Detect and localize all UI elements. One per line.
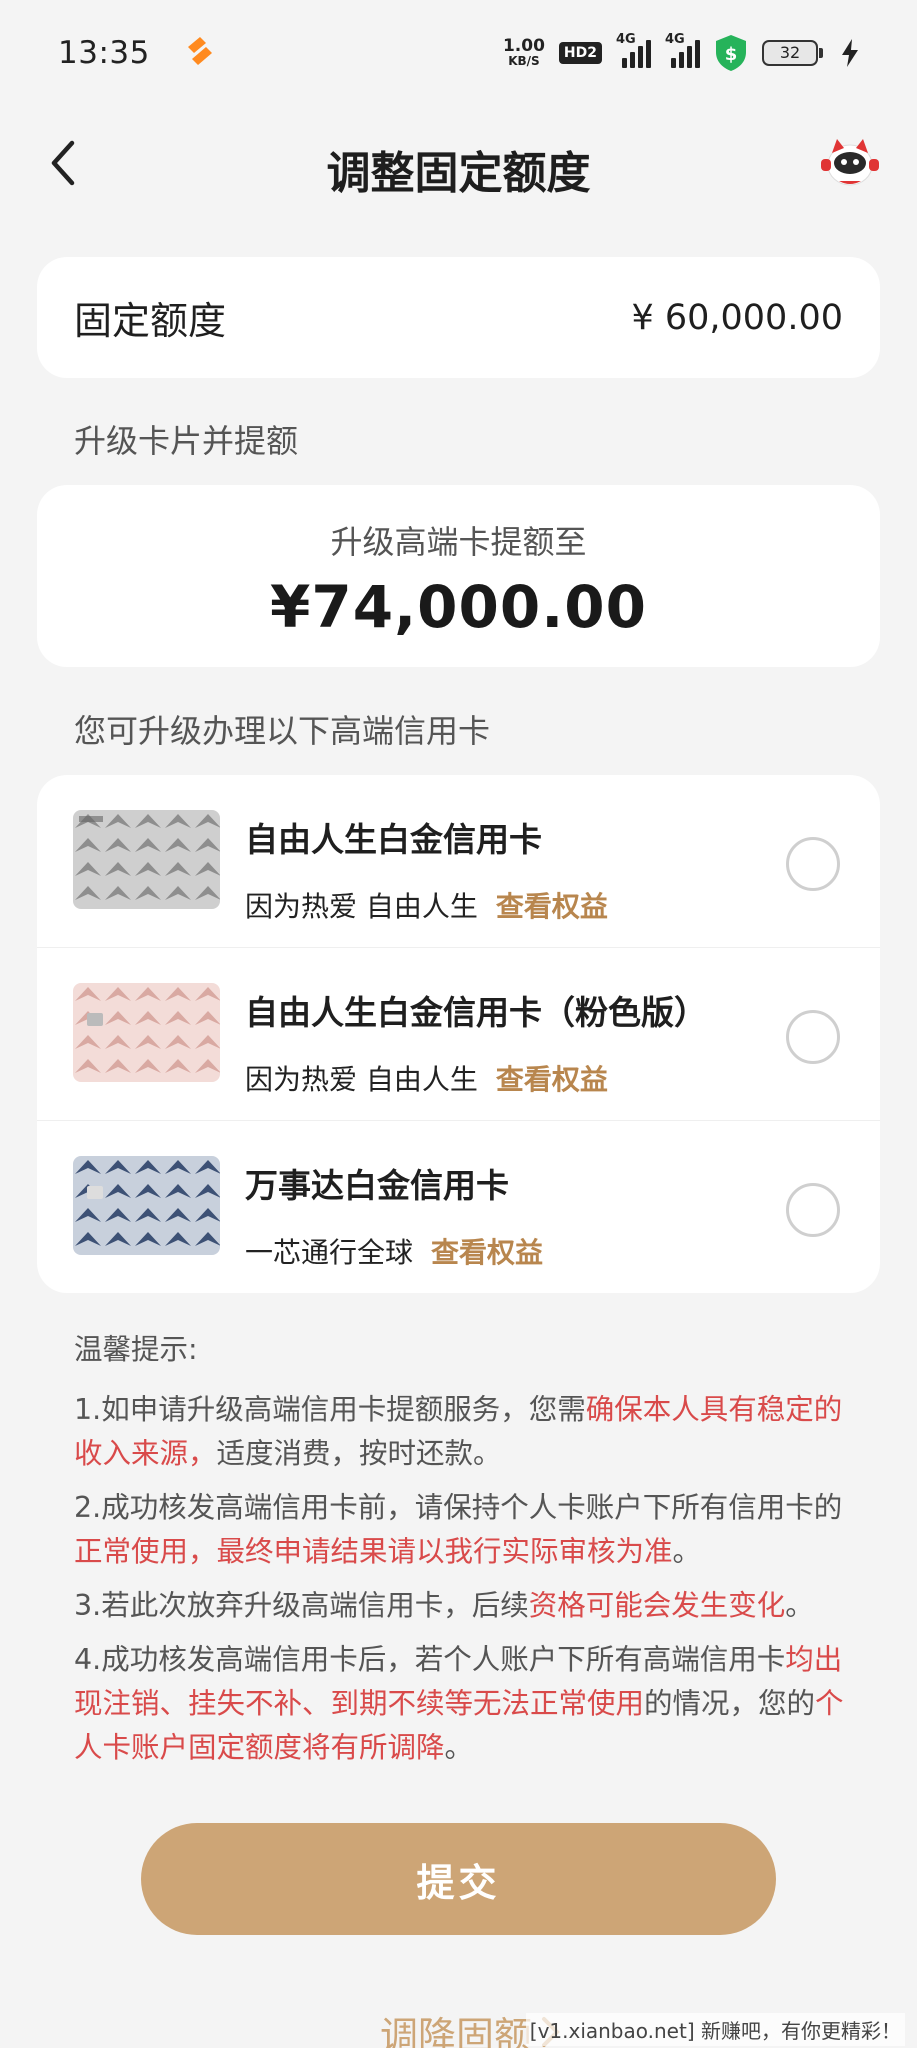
page-title: 调整固定额度 [326,148,591,199]
view-benefits-link[interactable]: 查看权益 [496,1063,608,1096]
list-item[interactable]: 自由人生白金信用卡（粉色版） 因为热爱 自由人生 查看权益 [37,948,880,1121]
status-time: 13:35 [58,34,150,71]
status-icons: 1.00 KB/S HD2 4G 4G $ 32 [502,32,859,72]
tips-section: 温馨提示: 1.如申请升级高端信用卡提额服务，您需确保本人具有稳定的收入来源，适… [74,1328,854,1780]
fixed-limit-value: ¥ 60,000.00 [631,297,843,338]
upgrade-subtitle: 升级高端卡提额至 [330,523,587,561]
fixed-limit-card: 固定额度 ¥ 60,000.00 [37,257,880,378]
credit-card-list: 自由人生白金信用卡 因为热爱 自由人生 查看权益 自由人生白金信用卡（粉色版） 因… [37,775,880,1293]
card-name: 万事达白金信用卡 [245,1166,509,1205]
signal-icon-2: 4G [665,32,700,68]
card-description: 一芯通行全球 查看权益 [245,1236,544,1269]
view-benefits-link[interactable]: 查看权益 [496,890,608,923]
tip-item: 3.若此次放弃升级高端信用卡，后续资格可能会发生变化。 [74,1589,814,1622]
card-description: 因为热爱 自由人生 查看权益 [245,1063,608,1096]
view-benefits-link[interactable]: 查看权益 [431,1236,543,1269]
signal-icon: 4G [616,32,651,68]
status-bar: 13:35 1.00 KB/S HD2 4G 4G $ 32 [0,0,917,105]
submit-button[interactable]: 提交 [141,1823,776,1935]
app-notification-icon [187,36,212,65]
list-item[interactable]: 自由人生白金信用卡 因为热爱 自由人生 查看权益 [37,775,880,948]
upgrade-limit-card: 升级高端卡提额至 ¥74,000.00 [37,485,880,667]
card-select-radio[interactable] [786,837,840,891]
list-item[interactable]: 万事达白金信用卡 一芯通行全球 查看权益 [37,1121,880,1294]
tip-item: 1.如申请升级高端信用卡提额服务，您需确保本人具有稳定的收入来源，适度消费，按时… [74,1393,843,1470]
card-select-radio[interactable] [786,1010,840,1064]
tips-title: 温馨提示: [74,1333,198,1366]
tip-item: 4.成功核发高端信用卡后，若个人账户下所有高端信用卡均出现注销、挂失不补、到期不… [74,1643,844,1764]
upgrade-section-label: 升级卡片并提额 [74,422,299,460]
tip-item: 2.成功核发高端信用卡前，请保持个人卡账户下所有信用卡的正常使用，最终申请结果请… [74,1491,843,1568]
charging-icon [842,38,858,67]
card-description: 因为热爱 自由人生 查看权益 [245,890,608,923]
card-name: 自由人生白金信用卡 [245,820,542,859]
hd-voice-icon: HD2 [558,41,602,64]
fixed-limit-label: 固定额度 [74,299,227,343]
svg-text:$: $ [725,44,738,65]
card-select-radio[interactable] [786,1183,840,1237]
watermark: [v1.xianbao.net] 新赚吧，有你更精彩！ [525,2013,905,2046]
cards-section-label: 您可升级办理以下高端信用卡 [74,712,491,750]
network-speed: 1.00 KB/S [502,36,545,68]
blue-card-thumbnail [73,1156,220,1255]
card-name: 自由人生白金信用卡（粉色版） [245,993,707,1032]
pink-card-thumbnail [73,983,220,1082]
battery-icon: 32 [762,39,823,66]
upgrade-amount: ¥74,000.00 [270,573,647,641]
mascot-icon[interactable] [819,133,881,193]
navigation-bar: 调整固定额度 [0,115,917,211]
security-shield-icon: $ [716,34,746,71]
silver-card-thumbnail [73,810,220,909]
